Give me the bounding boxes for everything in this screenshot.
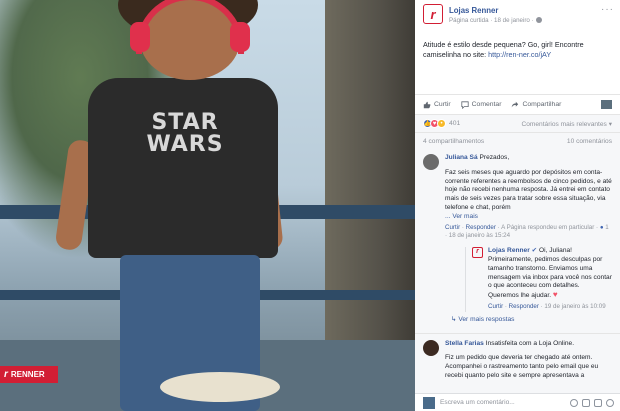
see-more-replies-text: Ver mais respostas: [458, 315, 515, 323]
comment-body: Stella Farias Insatisfeita com a Loja On…: [445, 340, 612, 381]
shares-count[interactable]: 4 compartilhamentos: [423, 138, 484, 145]
comment-body: Juliana Sá Prezados, Faz seis meses que …: [445, 154, 612, 325]
page-avatar[interactable]: r: [423, 4, 443, 24]
comment-time[interactable]: · 18 de janeiro às 15:24: [445, 232, 510, 239]
post-panel: r Lojas Renner Página curtida · 18 de ja…: [415, 0, 620, 411]
gif-icon[interactable]: [594, 398, 602, 407]
reply-like-link[interactable]: Curtir: [488, 303, 503, 310]
like-label: Curtir: [434, 101, 451, 108]
shirt-logo: STAR WARS: [130, 112, 240, 156]
comment-reply-link[interactable]: Responder: [466, 224, 496, 231]
comment-text-first: Prezados,: [479, 154, 510, 161]
share-as-avatar[interactable]: [601, 100, 612, 109]
share-icon: [512, 101, 519, 107]
comment-sort-dropdown[interactable]: Comentários mais relevantes ▾: [521, 120, 612, 128]
camera-icon[interactable]: [582, 398, 590, 407]
user-avatar: [423, 396, 435, 409]
renner-badge: r RENNER: [0, 366, 58, 383]
comment-text: Fiz um pedido que deveria ter chegado at…: [445, 354, 599, 379]
reaction-count[interactable]: 401: [449, 120, 460, 127]
reply-text: Oi, Juliana! Primeiramente, pedimos desc…: [488, 247, 612, 300]
sticker-icon[interactable]: [606, 398, 614, 407]
facebook-photo-viewer: STAR WARS r RENNER r Lojas Renner Página…: [0, 0, 620, 411]
comment-like-link[interactable]: Curtir: [445, 224, 460, 231]
comment-author[interactable]: Stella Farias: [445, 340, 484, 347]
page-avatar-small[interactable]: r: [472, 247, 483, 259]
share-label: Compartilhar: [522, 101, 562, 108]
caption-link[interactable]: http://ren-ner.co/jAY: [488, 50, 551, 59]
reply-item: r Lojas Renner ✔ Oi, Juliana! Primeirame…: [465, 247, 612, 312]
post-photo[interactable]: STAR WARS r RENNER: [0, 0, 415, 411]
composer-icons: [570, 398, 614, 407]
shirt-logo-line1: STAR: [151, 110, 219, 135]
reply-reply-link[interactable]: Responder: [509, 303, 539, 310]
action-bar: Curtir Comentar Compartilhar: [415, 94, 620, 114]
more-dots-icon[interactable]: ···: [601, 4, 614, 15]
shirt-logo-line2: WARS: [146, 132, 224, 157]
avatar[interactable]: [423, 154, 439, 170]
avatar[interactable]: [423, 339, 439, 356]
comments-list: Juliana Sá Prezados, Faz seis meses que …: [415, 150, 620, 410]
post-meta-text: Página curtida · 18 de janeiro ·: [449, 17, 534, 24]
thumbs-up-icon: [423, 101, 431, 108]
post-caption: Atitude é estilo desde pequena? Go, girl…: [415, 30, 620, 90]
comment-label: Comentar: [471, 101, 502, 108]
comment-like-count: 1: [605, 223, 609, 231]
comment-composer: Escreva um comentário...: [415, 393, 620, 411]
counts-bar: 4 compartilhamentos 10 comentários: [415, 132, 620, 150]
renner-badge-text: RENNER: [10, 370, 45, 379]
emoji-icon[interactable]: [570, 398, 578, 407]
comment-footer: Curtir · Responder · A Página respondeu …: [445, 223, 609, 240]
page-name[interactable]: Lojas Renner: [449, 6, 542, 15]
comment-text: Faz seis meses que aguardo por depósitos…: [445, 168, 612, 211]
reply-time[interactable]: · 19 de janeiro às 10:09: [541, 303, 606, 310]
reply-footer: Curtir · Responder · 19 de janeiro às 10…: [488, 302, 606, 310]
renner-logo-icon: r: [4, 369, 8, 380]
heart-emoji-icon: ♥: [552, 290, 558, 300]
kid-shirt: [88, 78, 278, 258]
headphone-ear-right: [230, 22, 250, 52]
like-count-icon: ●: [599, 223, 604, 231]
globe-icon: [535, 17, 542, 23]
comment-page-note: · A Página respondeu em particular ·: [497, 223, 599, 231]
wow-reaction-icon[interactable]: •: [437, 119, 446, 128]
reply-author[interactable]: Lojas Renner: [488, 247, 530, 254]
comment-text-first: Insatisfeita com a Loja Online.: [485, 339, 575, 347]
share-button[interactable]: Compartilhar: [511, 101, 561, 109]
skateboard: [160, 372, 280, 402]
comment-author[interactable]: Juliana Sá: [445, 154, 478, 161]
post-header: r Lojas Renner Página curtida · 18 de ja…: [415, 0, 620, 30]
headphone-ear-left: [130, 22, 150, 52]
comment-item: Juliana Sá Prezados, Faz seis meses que …: [423, 154, 612, 325]
see-more-replies-link[interactable]: ↳ Ver mais respostas: [451, 316, 612, 325]
reactions-bar: 👍 ♥ • 401 Comentários mais relevantes ▾: [415, 114, 620, 132]
comment-icon: [461, 100, 469, 109]
verified-icon: ✔: [531, 247, 538, 255]
like-button[interactable]: Curtir: [423, 101, 451, 109]
comments-count[interactable]: 10 comentários: [567, 138, 612, 145]
post-meta: Página curtida · 18 de janeiro ·: [449, 17, 542, 24]
comment-button[interactable]: Comentar: [461, 100, 502, 109]
feedback-area: 👍 ♥ • 401 Comentários mais relevantes ▾ …: [415, 114, 620, 410]
see-more-link[interactable]: ... Ver mais: [445, 213, 612, 222]
comment-item: Stella Farias Insatisfeita com a Loja On…: [423, 339, 612, 381]
comment-input[interactable]: Escreva um comentário...: [440, 399, 570, 406]
divider: [415, 332, 620, 334]
